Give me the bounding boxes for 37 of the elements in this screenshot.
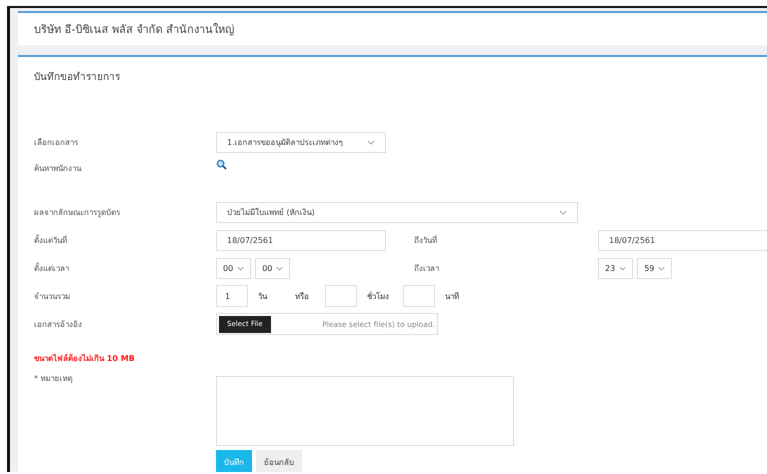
- field-label: ตั้งแต่เวลา: [34, 262, 70, 274]
- unit-label: นาที: [445, 290, 459, 302]
- chevron-icon: [276, 266, 284, 270]
- minute-select[interactable]: 59: [637, 258, 672, 278]
- unit-label: วัน: [258, 290, 267, 302]
- chevron-icon: [237, 266, 244, 270]
- field-label: เอกสารอ้างอิง: [34, 318, 83, 330]
- document-select[interactable]: 1.เอกสารขออนุมัติลาประเภทต่างๆ: [216, 132, 386, 152]
- remark-textarea[interactable]: [216, 376, 514, 446]
- field-label: ตั้งแต่วันที่: [34, 234, 68, 246]
- chevron-icon: [619, 266, 626, 270]
- field-label: ถึงเวลา: [414, 262, 440, 274]
- amount-field[interactable]: [325, 285, 357, 307]
- search-icon[interactable]: [216, 158, 227, 170]
- back-button[interactable]: ย้อนกลับ: [256, 450, 302, 472]
- file-size-warning: ขนาดไฟล์ต้องไม่เกิน 10 MB: [34, 352, 136, 365]
- field-label: จำนวนรวม: [34, 290, 71, 302]
- field-label: ผลจากลักษณะการรูดบัตร: [34, 206, 121, 218]
- card-result-select[interactable]: ป่วยไม่มีใบแพทย์ (หักเงิน): [216, 202, 578, 222]
- amount-field[interactable]: [403, 285, 435, 307]
- company-title: บริษัท อี-บิซิเนส พลัส จำกัด สำนักงานใหญ่: [34, 22, 234, 38]
- field-label: เลือกเอกสาร: [34, 136, 79, 148]
- chevron-icon: [559, 210, 567, 214]
- panel-title: บันทึกขอทำรายการ: [34, 70, 121, 84]
- date-field[interactable]: 18/07/2561: [598, 230, 767, 250]
- hour-select[interactable]: 23: [598, 258, 634, 278]
- minute-select[interactable]: 00: [255, 258, 290, 278]
- amount-field[interactable]: 1: [216, 285, 248, 307]
- field-label: ถึงวันที่: [414, 234, 438, 246]
- unit-label: ชั่วโมง: [367, 290, 389, 302]
- hour-select[interactable]: 00: [216, 258, 252, 278]
- field-label: ค้นหาพนักงาน: [34, 162, 82, 174]
- date-field[interactable]: 18/07/2561: [216, 230, 386, 250]
- chevron-icon: [367, 140, 375, 144]
- field-label: * หมายเหตุ: [34, 373, 74, 385]
- or-text: หรือ: [295, 290, 309, 302]
- chevron-icon: [658, 266, 666, 270]
